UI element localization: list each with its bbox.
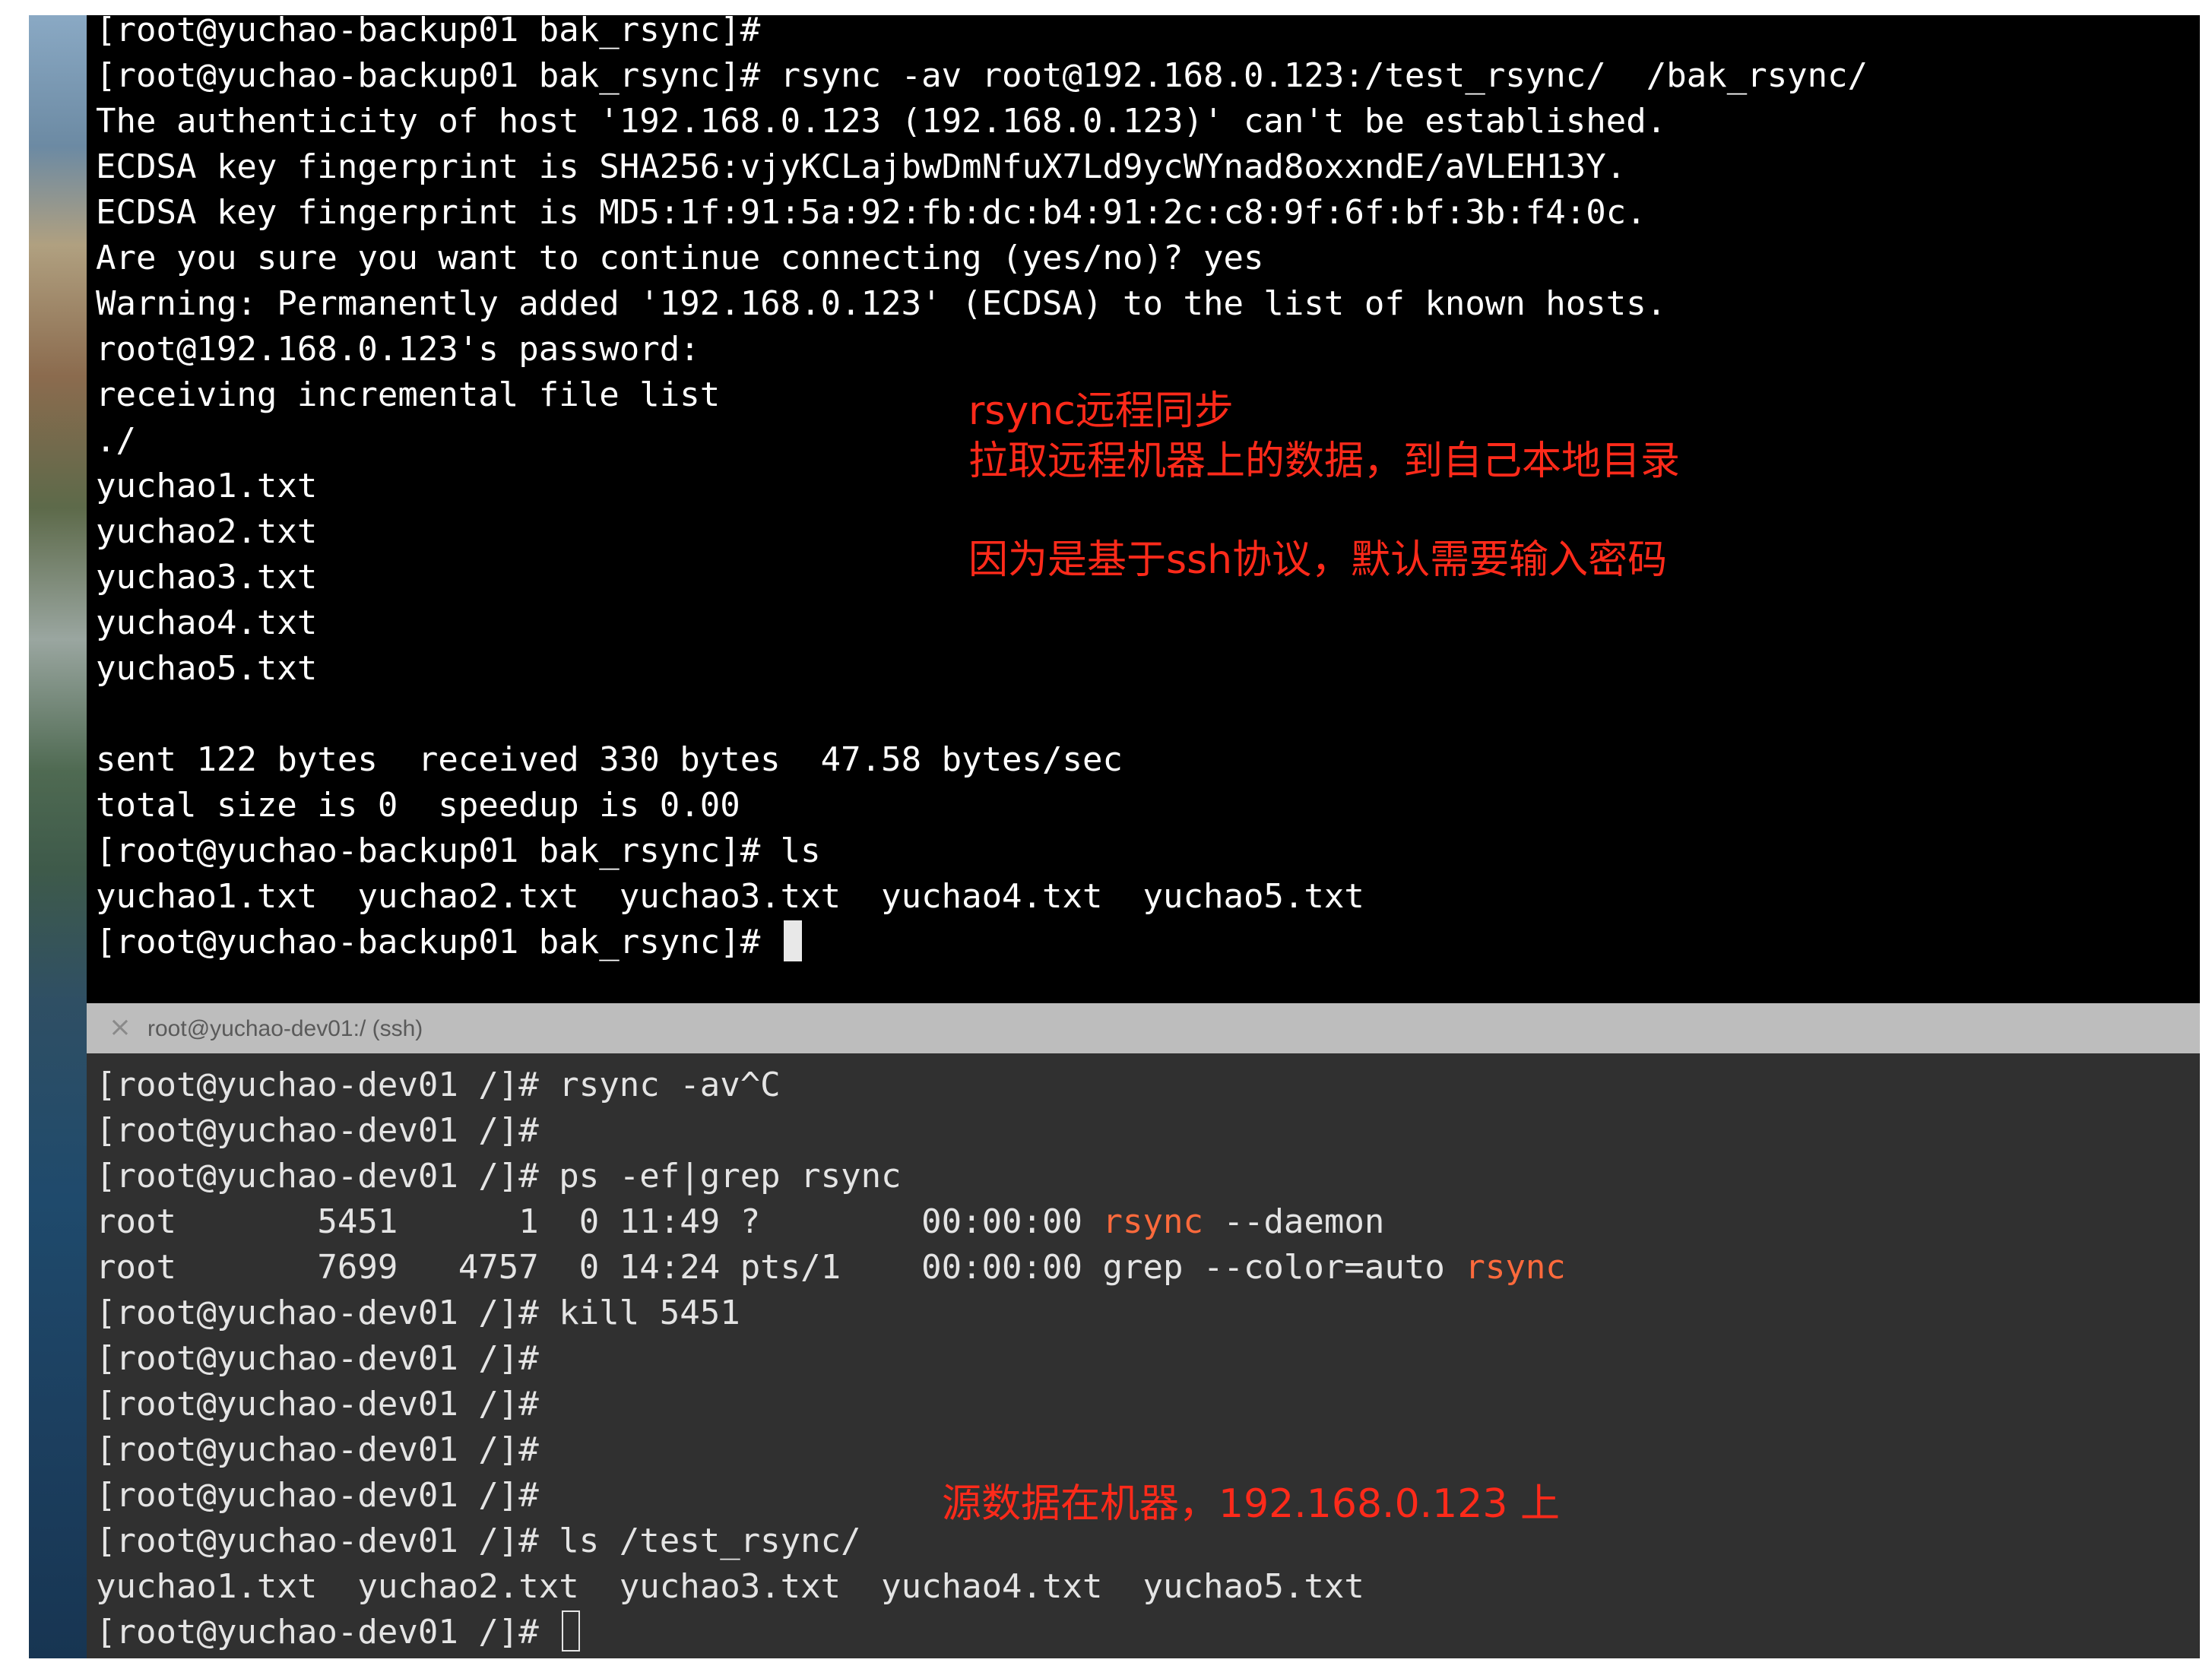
terminal-prompt: [root@yuchao-backup01 bak_rsync]#	[96, 923, 781, 961]
terminal-line: [root@yuchao-dev01 /]#	[96, 1476, 539, 1515]
terminal-line: [root@yuchao-dev01 /]#	[96, 1111, 539, 1150]
terminal-line: yuchao2.txt	[96, 512, 318, 551]
terminal-line: [root@yuchao-backup01 bak_rsync]# rsync …	[96, 56, 1868, 95]
close-icon[interactable]: ×	[105, 1012, 135, 1043]
text-cursor	[562, 1610, 581, 1652]
grep-match: rsync	[1465, 1248, 1566, 1287]
terminal-line: ECDSA key fingerprint is SHA256:vjyKCLaj…	[96, 147, 1627, 186]
terminal-line: Warning: Permanently added '192.168.0.12…	[96, 284, 1667, 323]
ps-row-text: root 7699 4757 0 14:24 pts/1 00:00:00 gr…	[96, 1248, 1466, 1287]
terminal-line: [root@yuchao-dev01 /]# rsync -av^C	[96, 1066, 781, 1104]
ps-output-row: root 7699 4757 0 14:24 pts/1 00:00:00 gr…	[96, 1245, 1566, 1291]
terminal-line: sent 122 bytes received 330 bytes 47.58 …	[96, 740, 1123, 779]
annotation-rsync-remote-sync: rsync远程同步	[968, 388, 1234, 434]
terminal-line: [root@yuchao-dev01 /]#	[96, 1385, 539, 1424]
terminal-line: root@192.168.0.123's password:	[96, 330, 700, 369]
terminal-tab-bar: × root@yuchao-dev01:/ (ssh)	[87, 1003, 2200, 1054]
terminal-pane-backup[interactable]: [root@yuchao-backup01 bak_rsync]# [root@…	[87, 15, 2200, 1003]
annotation-pull-remote-data: 拉取远程机器上的数据，到自己本地目录	[968, 439, 1681, 484]
terminal-line: yuchao1.txt yuchao2.txt yuchao3.txt yuch…	[96, 877, 1364, 916]
terminal-line: Are you sure you want to continue connec…	[96, 239, 1264, 277]
terminal-line: The authenticity of host '192.168.0.123 …	[96, 102, 1667, 141]
terminal-line: [root@yuchao-dev01 /]# kill 5451	[96, 1294, 740, 1332]
terminal-line: [root@yuchao-dev01 /]#	[96, 1339, 539, 1378]
terminal-line: yuchao3.txt	[96, 558, 318, 597]
text-cursor	[783, 920, 802, 961]
terminal-line: [root@yuchao-backup01 bak_rsync]#	[96, 15, 761, 49]
desktop-wallpaper	[29, 15, 87, 1658]
tab-title[interactable]: root@yuchao-dev01:/ (ssh)	[147, 1014, 423, 1044]
terminal-prompt-line: [root@yuchao-backup01 bak_rsync]#	[96, 920, 802, 965]
terminal-prompt: [root@yuchao-dev01 /]#	[96, 1613, 559, 1652]
terminal-line: total size is 0 speedup is 0.00	[96, 786, 740, 825]
terminal-line: receiving incremental file list	[96, 375, 721, 414]
annotation-ssh-password: 因为是基于ssh协议，默认需要输入密码	[968, 537, 1668, 583]
terminal-line: [root@yuchao-backup01 bak_rsync]# ls	[96, 831, 821, 870]
terminal-line: ECDSA key fingerprint is MD5:1f:91:5a:92…	[96, 193, 1646, 232]
terminal-line: yuchao1.txt yuchao2.txt yuchao3.txt yuch…	[96, 1567, 1364, 1606]
terminal-pane-dev[interactable]: [root@yuchao-dev01 /]# rsync -av^C [root…	[87, 1053, 2200, 1658]
annotation-source-machine: 源数据在机器，192.168.0.123 上	[942, 1481, 1560, 1527]
ps-row-text: --daemon	[1203, 1202, 1385, 1241]
terminal-line: yuchao4.txt	[96, 603, 318, 642]
grep-match: rsync	[1102, 1202, 1203, 1241]
terminal-line: ./	[96, 421, 136, 460]
ps-row-text: root 5451 1 0 11:49 ? 00:00:00	[96, 1202, 1103, 1241]
terminal-prompt-line: [root@yuchao-dev01 /]#	[96, 1610, 581, 1655]
terminal-line: [root@yuchao-dev01 /]#	[96, 1430, 539, 1469]
ps-output-row: root 5451 1 0 11:49 ? 00:00:00 rsync --d…	[96, 1199, 1384, 1245]
terminal-line: yuchao5.txt	[96, 649, 318, 688]
terminal-line: [root@yuchao-dev01 /]# ls /test_rsync/	[96, 1522, 861, 1560]
terminal-line: yuchao1.txt	[96, 467, 318, 505]
terminal-line: [root@yuchao-dev01 /]# ps -ef|grep rsync	[96, 1157, 902, 1196]
